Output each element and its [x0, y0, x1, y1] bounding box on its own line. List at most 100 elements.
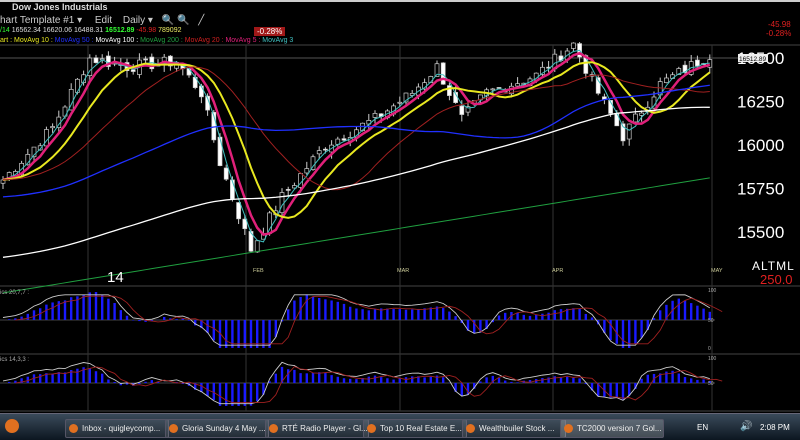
taskbar-item[interactable]: Wealthbuiler Stock ...	[462, 419, 566, 438]
histogram-bar	[696, 306, 698, 320]
taskbar-item-label: Wealthbuiler Stock ...	[479, 424, 554, 433]
taskbar-item[interactable]: TC2000 version 7 Gol...	[560, 419, 664, 438]
histogram-bar	[566, 377, 568, 383]
histogram-bar	[330, 300, 332, 320]
candle	[299, 174, 303, 188]
histogram-bar	[107, 299, 109, 320]
candle	[255, 241, 259, 252]
histogram-bar	[58, 372, 60, 383]
histogram-bar	[343, 378, 345, 383]
histogram-bar	[213, 383, 215, 400]
candle	[627, 124, 631, 139]
histogram-bar	[628, 383, 630, 395]
histogram-bar	[330, 375, 332, 383]
histogram-bar	[442, 377, 444, 383]
volume-icon[interactable]: 🔊	[740, 421, 752, 432]
price-chart[interactable]: 165001625016000157501550016512.89FEBMARA…	[0, 0, 800, 413]
clock: 2:08 PM	[760, 423, 790, 432]
taskbar-item[interactable]: Top 10 Real Estate E...	[363, 419, 467, 438]
histogram-bar	[485, 377, 487, 383]
histogram-bar	[206, 320, 208, 333]
histogram-bar	[337, 302, 339, 320]
histogram-bar	[337, 377, 339, 383]
histogram-bar	[423, 308, 425, 320]
candle	[398, 102, 402, 103]
histogram-bar	[107, 379, 109, 383]
histogram-bar	[8, 382, 10, 383]
histogram-bar	[138, 320, 140, 321]
candle	[571, 43, 575, 48]
candle	[131, 70, 135, 72]
histogram-bar	[529, 316, 531, 320]
price-axis-label: 16250	[737, 93, 784, 112]
histogram-bar	[82, 295, 84, 320]
candle	[305, 169, 309, 173]
candle	[224, 168, 228, 179]
taskbar-item[interactable]: RTÉ Radio Player - Gl...	[265, 419, 369, 438]
month-label: MAR	[397, 268, 409, 274]
histogram-bar	[219, 383, 221, 406]
osc-tick: 50	[708, 381, 714, 387]
taskbar-item[interactable]: Inbox - quigleycomp...	[65, 419, 169, 438]
histogram-bar	[101, 374, 103, 383]
histogram-bar	[318, 298, 320, 320]
candle	[664, 78, 668, 83]
histogram-bar	[355, 308, 357, 320]
price-axis-label: 16000	[737, 136, 784, 155]
histogram-bar	[504, 313, 506, 320]
histogram-bar	[188, 320, 190, 321]
candle	[342, 139, 346, 141]
taskbar-item-label: TC2000 version 7 Gol...	[577, 424, 661, 433]
month-label: FEB	[253, 268, 264, 274]
histogram-bar	[622, 320, 624, 348]
taskbar: Inbox - quigleycomp...Gloria Sunday 4 Ma…	[0, 413, 800, 440]
price-axis-label: 15750	[737, 180, 784, 199]
histogram-bar	[386, 378, 388, 383]
candle	[237, 203, 241, 219]
histogram-bar	[659, 310, 661, 320]
histogram-bar	[498, 378, 500, 383]
month-label: APR	[552, 268, 563, 274]
candle	[286, 189, 290, 190]
histogram-bar	[113, 303, 115, 320]
taskbar-item[interactable]: Gloria Sunday 4 May ...	[165, 419, 269, 438]
histogram-bar	[256, 383, 258, 401]
app-icon	[466, 424, 475, 433]
histogram-bar	[479, 381, 481, 383]
histogram-bar	[622, 383, 624, 400]
osc-tick: 100	[708, 288, 717, 294]
app-icon	[269, 424, 278, 433]
histogram-bar	[405, 377, 407, 383]
histogram-bar	[541, 314, 543, 320]
osc-tick: 50	[708, 318, 714, 324]
histogram-bar	[113, 382, 115, 383]
language-indicator[interactable]: EN	[697, 423, 708, 432]
histogram-bar	[368, 377, 370, 383]
month-label: MAY	[711, 268, 723, 274]
histogram-bar	[386, 309, 388, 320]
candle	[323, 149, 327, 150]
altml-value: 250.0	[760, 272, 793, 287]
histogram-bar	[182, 319, 184, 320]
histogram-bar	[306, 294, 308, 320]
taskbar-item-label: Top 10 Real Estate E...	[380, 424, 462, 433]
histogram-bar	[554, 310, 556, 320]
histogram-bar	[572, 308, 574, 320]
firefox-start-icon[interactable]	[5, 419, 19, 433]
histogram-bar	[448, 312, 450, 320]
histogram-bar	[76, 369, 78, 383]
histogram-bar	[324, 373, 326, 383]
last-price-text: 16512.89	[739, 56, 766, 63]
histogram-bar	[510, 382, 512, 383]
histogram-bar	[678, 299, 680, 320]
histogram-bar	[225, 383, 227, 406]
histogram-bar	[702, 309, 704, 320]
histogram-bar	[640, 379, 642, 383]
histogram-bar	[89, 368, 91, 383]
histogram-bar	[213, 320, 215, 340]
candle	[51, 127, 55, 128]
histogram-bar	[343, 304, 345, 320]
histogram-bar	[95, 371, 97, 383]
histogram-bar	[702, 379, 704, 383]
histogram-bar	[504, 381, 506, 383]
